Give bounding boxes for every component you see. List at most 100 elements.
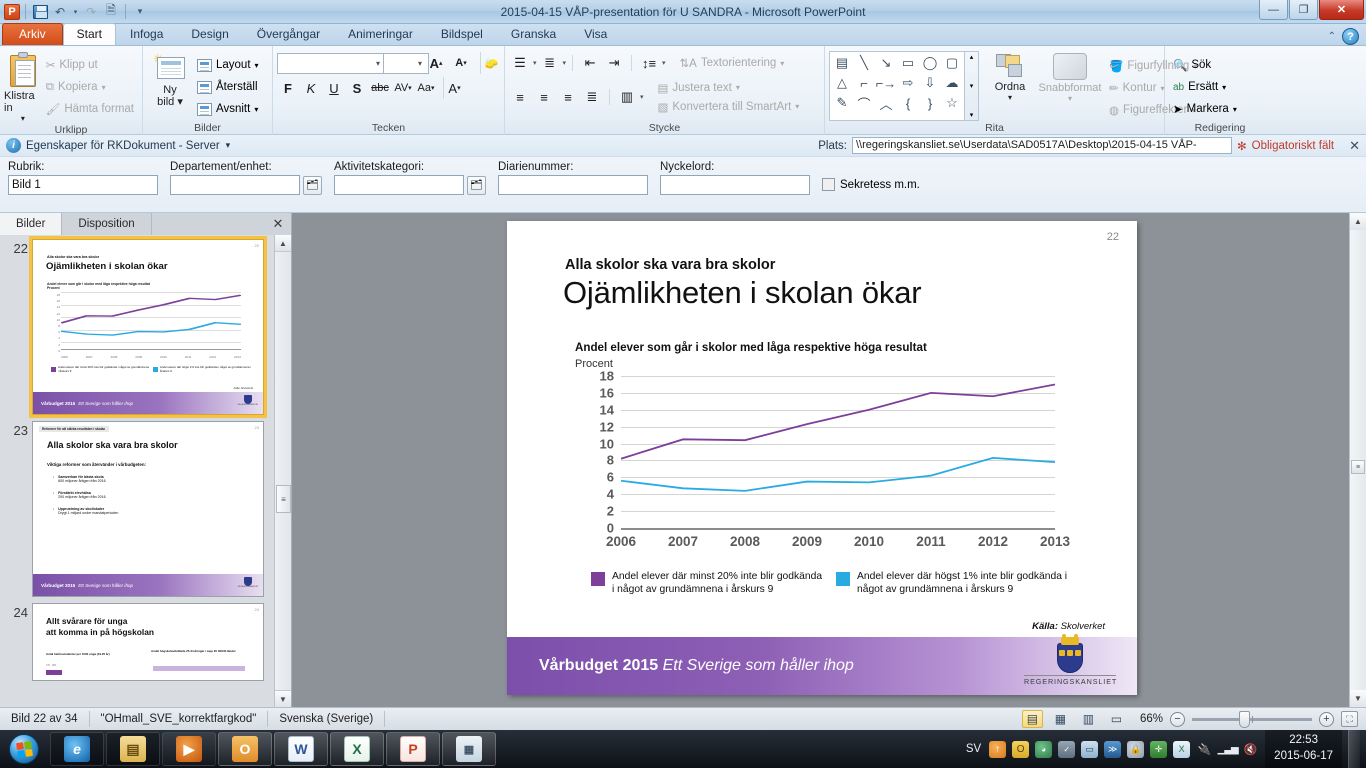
ellipse-shape-icon[interactable]: ◯ — [919, 53, 941, 73]
aktivitetskategori-picker-icon[interactable]: 🗂 — [467, 175, 486, 195]
backup-status-icon[interactable]: ✓ — [1058, 740, 1076, 758]
view-slide-sorter-button[interactable]: ▦ — [1050, 710, 1071, 728]
zoom-slider[interactable] — [1192, 710, 1312, 728]
tab-bildspel[interactable]: Bildspel — [427, 23, 497, 45]
current-slide[interactable]: 22 Alla skolor ska vara bra skolor Ojäml… — [507, 221, 1137, 695]
tab-arkiv[interactable]: Arkiv — [2, 23, 63, 45]
strikethrough-button[interactable]: abc — [369, 77, 391, 99]
taskbar-item-excel[interactable]: X — [330, 732, 384, 766]
align-center-button[interactable]: ≡ — [533, 86, 555, 108]
thumbnail-list[interactable]: 22 22 Alla skolor ska vara bra skolor Oj… — [0, 235, 275, 707]
scroll-thumb[interactable]: ≡ — [1351, 460, 1365, 474]
scroll-up-icon[interactable]: ▲ — [1350, 213, 1366, 230]
power-plug-icon[interactable]: 🔌 — [1196, 741, 1213, 758]
slide-editing-area[interactable]: 22 Alla skolor ska vara bra skolor Ojäml… — [292, 213, 1366, 707]
customize-qat-icon[interactable]: ▾ — [131, 3, 149, 21]
save-icon[interactable] — [31, 3, 49, 21]
chevron-down-icon[interactable]: ▾ — [1068, 94, 1072, 103]
shapes-more-icon[interactable]: ▾ — [970, 111, 974, 119]
scroll-down-icon[interactable]: ▼ — [275, 690, 291, 707]
diarienummer-input[interactable] — [498, 175, 648, 195]
arc-shape-icon[interactable]: ︿ — [875, 93, 897, 113]
show-desktop-button[interactable] — [1348, 730, 1360, 768]
tab-infoga[interactable]: Infoga — [116, 23, 177, 45]
thumbnail-slide-23[interactable]: 23 Reformer för att stärka resultaten i … — [32, 421, 264, 597]
clear-formatting-button[interactable]: 🧽 — [480, 52, 502, 74]
collapse-ribbon-icon[interactable]: ⌃ — [1328, 31, 1336, 42]
font-size-input[interactable] — [383, 52, 430, 74]
scroll-down-icon[interactable]: ▼ — [1350, 690, 1366, 707]
help-icon[interactable]: ? — [1342, 28, 1359, 45]
nyckelord-input[interactable] — [660, 175, 810, 195]
elbow-connector-icon[interactable]: ⌐ — [853, 73, 875, 93]
bluetooth-icon[interactable]: ≫ — [1104, 740, 1122, 758]
justify-button[interactable]: ≣ — [581, 86, 603, 108]
chart[interactable]: 18 16 14 12 10 8 6 4 2 0 2006 2007 2008 … — [573, 369, 1070, 556]
shadow-button[interactable]: S — [346, 77, 368, 99]
quick-styles-button[interactable]: Snabbformat ▾ — [1035, 51, 1105, 121]
rounded-rect-shape-icon[interactable]: ▢ — [941, 53, 963, 73]
scroll-up-icon[interactable]: ▲ — [275, 235, 291, 252]
secrecy-checkbox-row[interactable]: Sekretess m.m. — [822, 178, 920, 191]
thumbnail-slide-24[interactable]: 24 Allt svårare för unga att komma in på… — [32, 603, 264, 681]
chevron-down-icon[interactable]: ▾ — [457, 84, 461, 92]
update-error-icon[interactable]: ↑ — [989, 740, 1007, 758]
align-left-button[interactable]: ≡ — [509, 86, 531, 108]
properties-dropdown-icon[interactable]: ▾ — [226, 140, 231, 151]
secrecy-checkbox[interactable] — [822, 178, 835, 191]
grow-font-button[interactable]: A ▴ — [425, 52, 447, 74]
start-button[interactable] — [0, 731, 48, 767]
text-direction-button[interactable]: ⇅A Textorientering ▾ — [676, 52, 789, 74]
paste-dropdown-icon[interactable]: ▾ — [21, 114, 25, 123]
paste-button[interactable]: Klistra in ▾ — [4, 50, 42, 123]
zoom-out-button[interactable]: − — [1170, 711, 1185, 727]
cut-button[interactable]: ✂ Klipp ut — [42, 54, 138, 76]
window-controls[interactable]: — ❐ ✕ — [1258, 0, 1366, 23]
fit-to-window-button[interactable]: ⛶ — [1341, 711, 1358, 727]
line-spacing-button[interactable]: ↕≡ — [638, 52, 660, 74]
attach-icon[interactable]: 🗎 — [102, 3, 120, 21]
select-button[interactable]: ➤ Markera ▾ — [1169, 98, 1241, 120]
chevron-down-icon[interactable]: ▾ — [563, 59, 567, 67]
security-lock-icon[interactable]: 🔒 — [1127, 740, 1145, 758]
right-arrow-shape-icon[interactable]: ⇨ — [897, 73, 919, 93]
increase-indent-button[interactable]: ⇥ — [603, 52, 625, 74]
redo-icon[interactable]: ↷ — [82, 3, 100, 21]
network-signal-icon[interactable]: ▁▃▅ — [1218, 741, 1239, 758]
list-item[interactable]: 22 22 Alla skolor ska vara bra skolor Oj… — [6, 236, 275, 418]
excel-tray-icon[interactable]: X — [1173, 740, 1191, 758]
taskbar-item-powerpoint[interactable]: P — [386, 732, 440, 766]
chevron-down-icon[interactable]: ▾ — [254, 105, 258, 114]
tray-language-indicator[interactable]: SV — [966, 743, 981, 755]
bold-button[interactable]: F — [277, 77, 299, 99]
slide-eyebrow-text[interactable]: Alla skolor ska vara bra skolor — [565, 257, 775, 273]
replace-button[interactable]: ab Ersätt ▾ — [1169, 76, 1241, 98]
list-item[interactable]: 23 23 Reformer för att stärka resultaten… — [6, 421, 275, 597]
undo-dropdown-icon[interactable]: ▾ — [71, 3, 80, 21]
taskbar-item-calculator[interactable]: ▦ — [442, 732, 496, 766]
list-item[interactable]: 24 24 Allt svårare för unga att komma in… — [6, 603, 275, 681]
chevron-down-icon[interactable]: ▾ — [780, 59, 784, 68]
chevron-down-icon[interactable]: ▾ — [102, 83, 106, 92]
chevron-down-icon[interactable]: ▾ — [1008, 93, 1012, 102]
office-upload-icon[interactable]: O — [1012, 740, 1030, 758]
character-spacing-button[interactable]: AV ▾ — [392, 77, 414, 99]
close-button[interactable]: ✕ — [1319, 0, 1364, 20]
right-brace-shape-icon[interactable]: } — [919, 93, 941, 113]
volume-muted-icon[interactable]: 🔇 — [1242, 741, 1259, 758]
shapes-gallery-scrollbar[interactable]: ▴ ▾ ▾ — [965, 51, 979, 121]
taskbar-item-word[interactable]: W — [274, 732, 328, 766]
chevron-down-icon[interactable]: ▾ — [255, 61, 259, 70]
tab-start[interactable]: Start — [62, 23, 117, 45]
chevron-down-icon[interactable]: ▾ — [1222, 83, 1226, 92]
ribbon-tab-strip[interactable]: Arkiv Start Infoga Design Övergångar Ani… — [0, 23, 1366, 46]
italic-button[interactable]: K — [300, 77, 322, 99]
slide-area-scrollbar[interactable]: ▲ ▼ ≡ — [1349, 213, 1366, 707]
status-theme[interactable]: "OHmall_SVE_korrektfargkod" — [90, 711, 269, 727]
status-language[interactable]: Svenska (Sverige) — [268, 711, 386, 727]
star-shape-icon[interactable]: ☆ — [941, 93, 963, 113]
chevron-down-icon[interactable]: ▾ — [1233, 105, 1237, 114]
undo-icon[interactable]: ↶ — [51, 3, 69, 21]
arrow-shape-icon[interactable]: ↘ — [875, 53, 897, 73]
taskbar-clock[interactable]: 22:53 2015-06-17 — [1265, 730, 1342, 768]
